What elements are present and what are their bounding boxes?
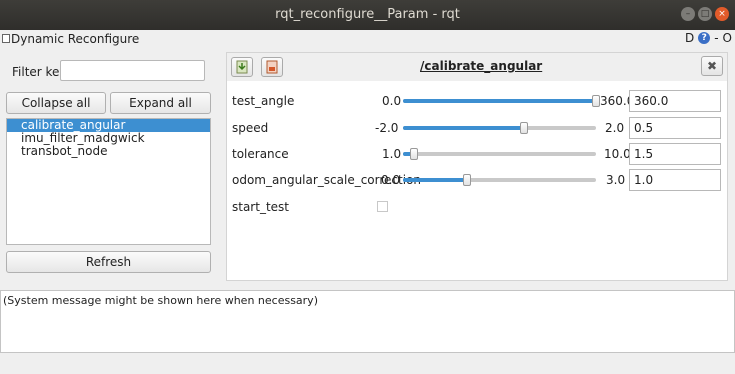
param-value-input[interactable]: 0.5 (629, 117, 721, 139)
param-min: 0.0 (382, 94, 402, 108)
param-min: 0.0 (381, 173, 401, 187)
system-message-text: (System message might be shown here when… (3, 294, 318, 307)
window-titlebar: rqt_reconfigure__Param - rqt – □ × (0, 0, 735, 30)
minimize-plugin-button[interactable]: - (714, 31, 718, 45)
collapse-all-button[interactable]: Collapse all (6, 92, 106, 114)
refresh-button[interactable]: Refresh (6, 251, 211, 273)
param-min: 1.0 (382, 147, 402, 161)
slider-fill (403, 99, 596, 103)
save-params-button[interactable] (231, 57, 253, 77)
tree-item-transbot-node[interactable]: transbot_node (7, 145, 210, 158)
window-title: rqt_reconfigure__Param - rqt (275, 7, 460, 22)
param-panel: /calibrate_angular ✖ test_angle 0.0 360.… (226, 52, 728, 281)
slider-fill (403, 126, 524, 130)
param-slider[interactable] (403, 148, 596, 160)
param-name: start_test (232, 200, 289, 214)
help-icon[interactable]: ? (698, 32, 711, 44)
param-max: 3.0 (606, 173, 626, 187)
param-slider[interactable] (403, 95, 600, 107)
close-plugin-button[interactable]: O (723, 31, 732, 45)
param-value-input[interactable]: 1.0 (629, 169, 721, 191)
filter-key-input[interactable] (60, 60, 205, 81)
param-name: tolerance (232, 147, 289, 161)
param-row-start-test: start_test (227, 196, 727, 218)
save-icon (236, 60, 248, 74)
param-max: 10.0 (604, 147, 631, 161)
close-window-button[interactable]: × (715, 7, 729, 21)
plugin-title: Dynamic Reconfigure (11, 32, 140, 46)
minimize-button[interactable]: – (681, 7, 695, 21)
param-row-odom-angular-scale-correction: odom_angular_scale_correction 0.0 3.0 1.… (227, 169, 727, 191)
load-params-button[interactable] (261, 57, 283, 77)
expand-all-button[interactable]: Expand all (110, 92, 211, 114)
slider-handle[interactable] (592, 95, 600, 107)
close-node-button[interactable]: ✖ (701, 56, 723, 76)
node-browser-pane: Filter key: Collapse all Expand all cali… (0, 48, 218, 283)
system-message-console: (System message might be shown here when… (0, 290, 735, 353)
slider-handle[interactable] (409, 148, 418, 160)
maximize-button[interactable]: □ (698, 7, 712, 21)
param-row-speed: speed -2.0 2.0 0.5 (227, 117, 727, 139)
param-slider[interactable] (403, 174, 596, 186)
status-bar (0, 353, 735, 374)
param-value-input[interactable]: 360.0 (629, 90, 721, 112)
dock-toggle-button[interactable]: D (685, 31, 694, 45)
slider-fill (403, 178, 468, 182)
slider-handle[interactable] (519, 122, 528, 134)
param-row-test-angle: test_angle 0.0 360.0 360.0 (227, 90, 727, 112)
param-name: test_angle (232, 94, 295, 108)
node-title: /calibrate_angular (420, 59, 543, 73)
slider-handle[interactable] (463, 174, 472, 186)
start-test-checkbox[interactable] (377, 201, 388, 212)
param-panel-header: /calibrate_angular ✖ (227, 53, 727, 81)
param-min: -2.0 (375, 121, 399, 135)
param-name: speed (232, 121, 269, 135)
param-row-tolerance: tolerance 1.0 10.0 1.5 (227, 143, 727, 165)
node-tree[interactable]: calibrate_angular imu_filter_madgwick tr… (6, 118, 211, 245)
pane-splitter[interactable] (219, 48, 222, 283)
param-max: 2.0 (605, 121, 625, 135)
load-icon (266, 60, 278, 74)
param-slider[interactable] (403, 122, 596, 134)
param-value-input[interactable]: 1.5 (629, 143, 721, 165)
plugin-titlebar: Dynamic Reconfigure D ? - O (0, 30, 735, 48)
plugin-icon (2, 34, 10, 43)
